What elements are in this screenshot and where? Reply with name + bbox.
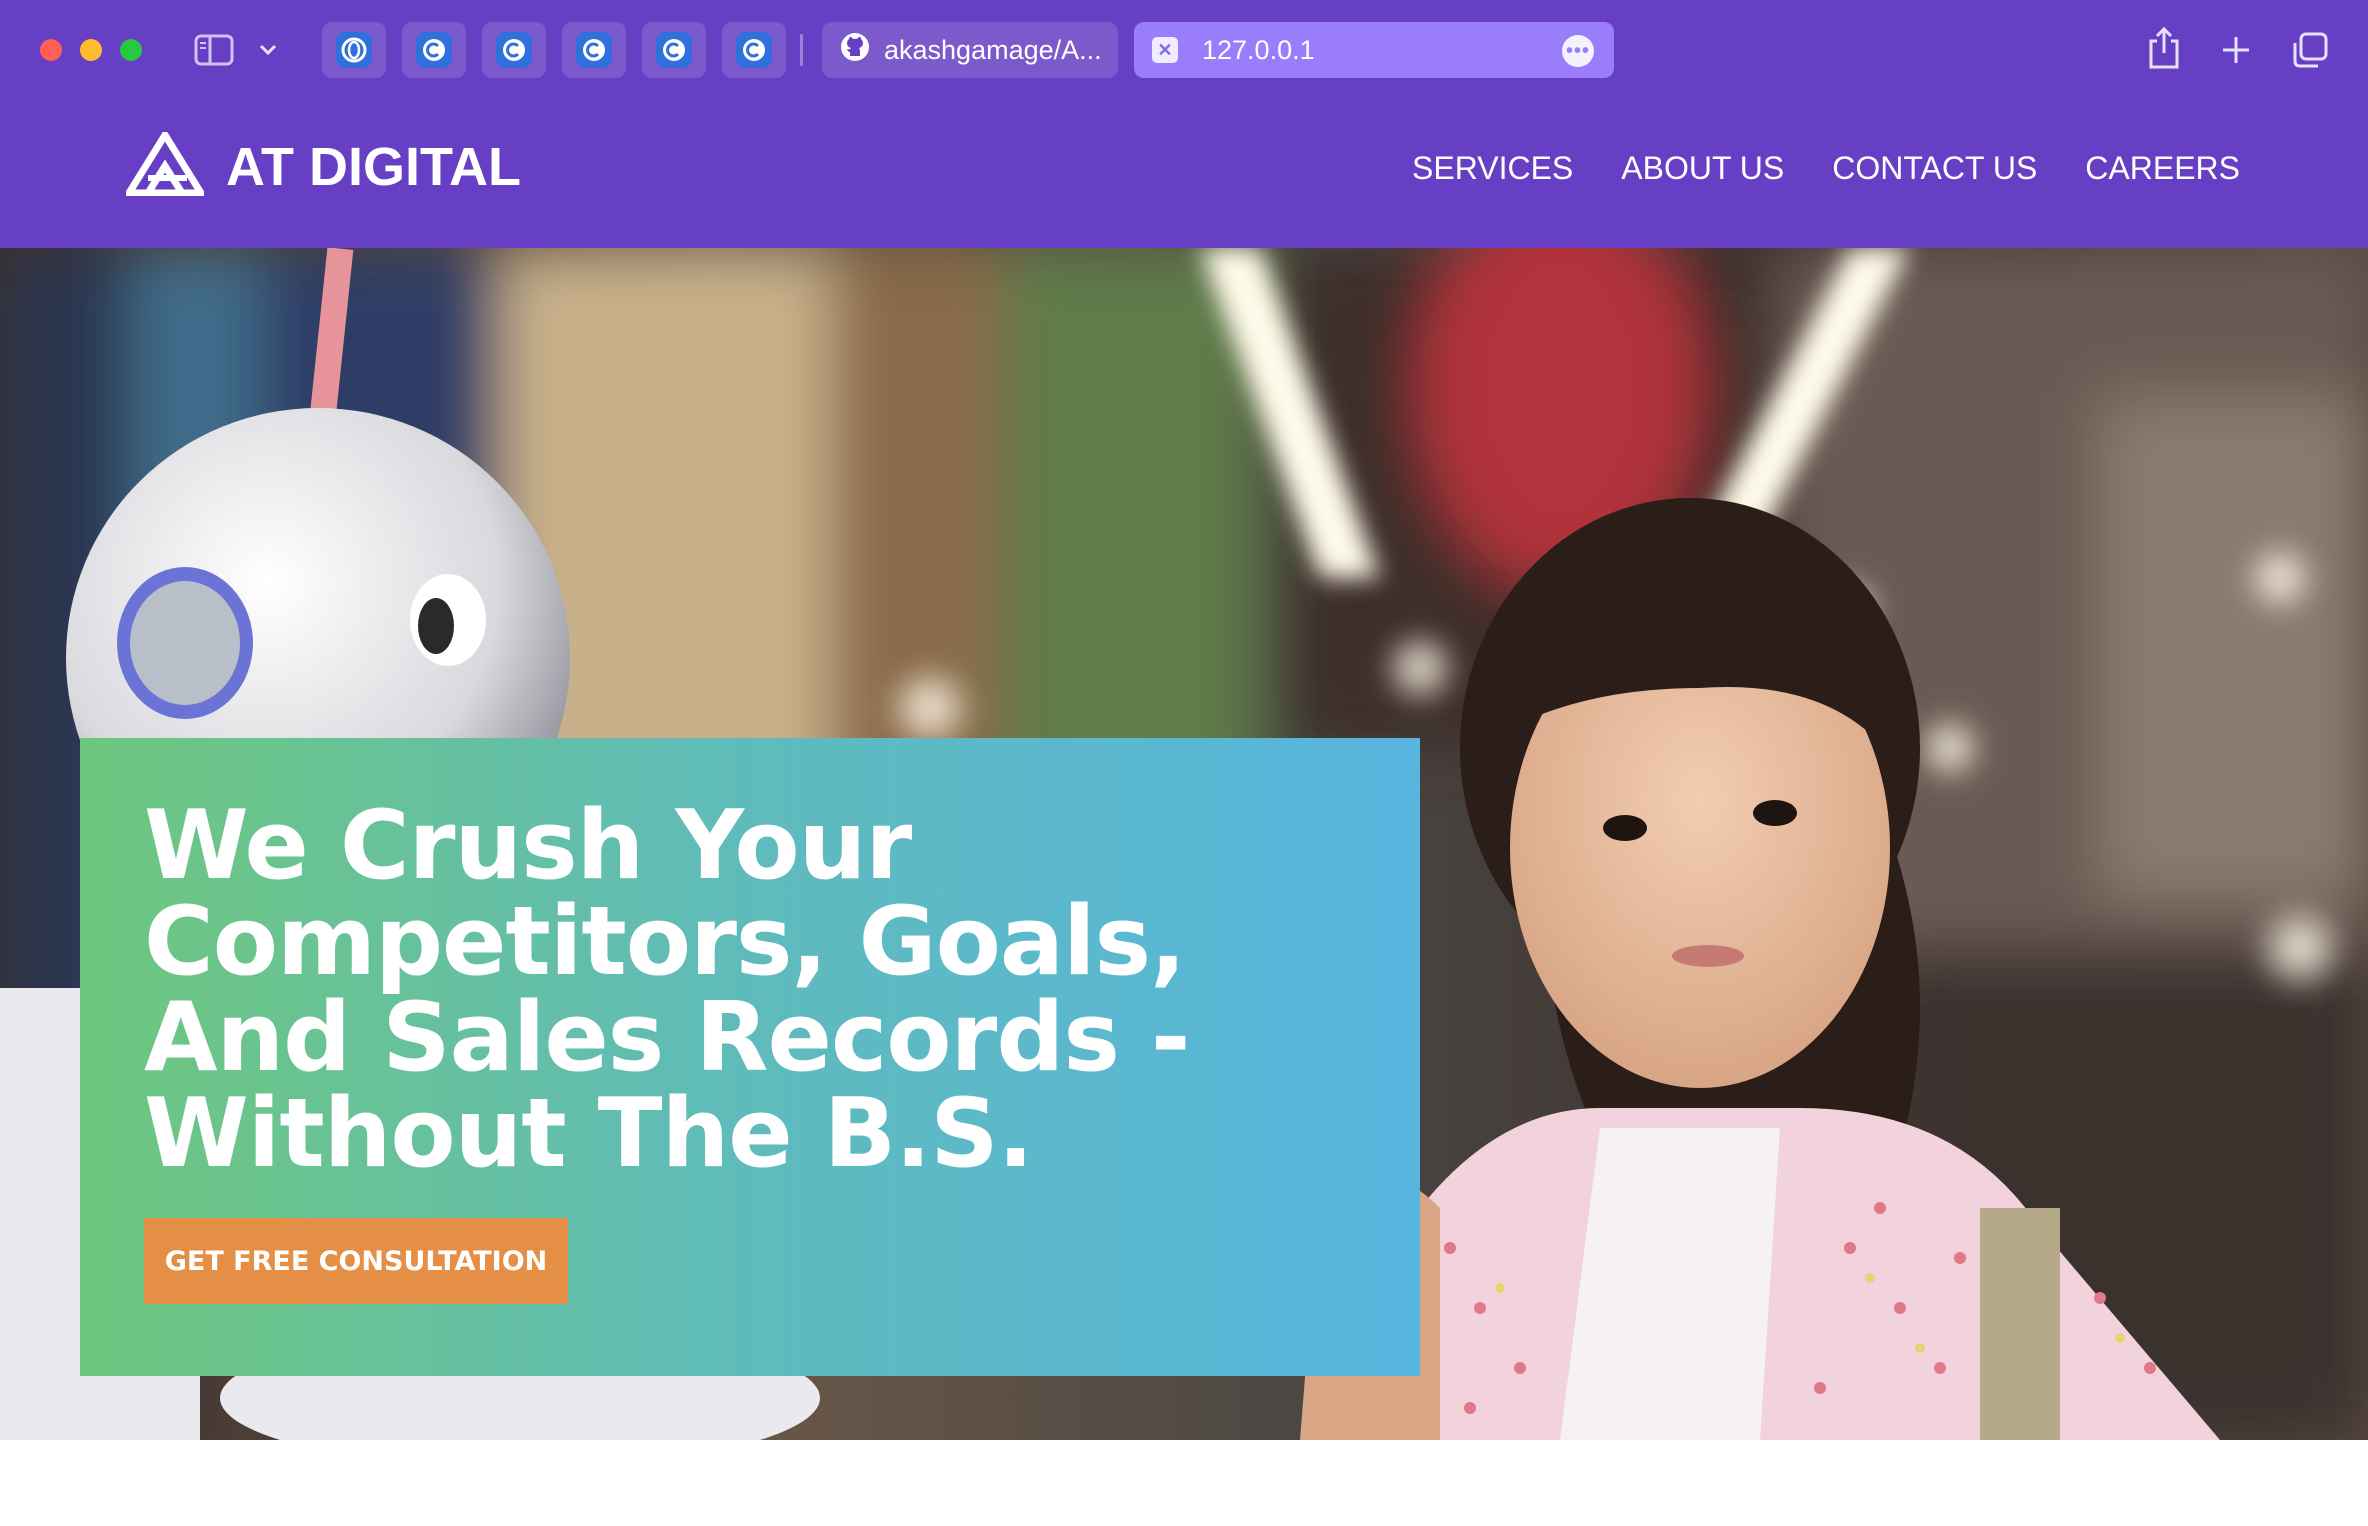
site-logo[interactable]: AT DIGITAL <box>122 128 521 201</box>
page-below-hero <box>0 1440 2368 1526</box>
nav-services[interactable]: SERVICES <box>1412 150 1573 187</box>
hero-title: We Crush Your Competitors, Goals, And Sa… <box>144 791 1190 1189</box>
minimize-window-button[interactable] <box>80 39 102 61</box>
more-icon[interactable]: ••• <box>1562 35 1594 67</box>
c-icon <box>736 32 772 68</box>
close-icon[interactable]: ✕ <box>1152 37 1178 63</box>
pinned-tab[interactable] <box>482 22 546 78</box>
c-icon <box>576 32 612 68</box>
nav-careers[interactable]: CAREERS <box>2085 150 2240 187</box>
c-icon <box>496 32 532 68</box>
site-header: AT DIGITAL SERVICES ABOUT US CONTACT US … <box>0 100 2368 248</box>
github-icon <box>840 32 870 69</box>
plus-icon[interactable] <box>2214 28 2258 72</box>
logo-text: AT DIGITAL <box>226 136 521 197</box>
opera-icon <box>336 32 372 68</box>
pinned-tab[interactable] <box>642 22 706 78</box>
logo-mark-icon <box>122 128 208 201</box>
browser-toolbar: akashgamage/A... ✕ 127.0.0.1 ••• <box>0 0 2368 100</box>
nav-contact-us[interactable]: CONTACT US <box>1832 150 2037 187</box>
nav-about-us[interactable]: ABOUT US <box>1621 150 1784 187</box>
main-nav: SERVICES ABOUT US CONTACT US CAREERS <box>1364 150 2240 187</box>
tab-label: 127.0.0.1 <box>1202 34 1315 65</box>
tab-github[interactable]: akashgamage/A... <box>822 22 1118 78</box>
tab-label: akashgamage/A... <box>884 34 1102 65</box>
zoom-window-button[interactable] <box>120 39 142 61</box>
c-icon <box>656 32 692 68</box>
hero-section: We Crush Your Competitors, Goals, And Sa… <box>0 248 2368 1440</box>
sidebar-toggle-icon[interactable] <box>194 32 234 68</box>
get-free-consultation-button[interactable]: GET FREE CONSULTATION <box>144 1218 568 1304</box>
share-icon[interactable] <box>2142 24 2186 72</box>
c-icon <box>416 32 452 68</box>
chevron-down-icon[interactable] <box>256 38 280 62</box>
close-window-button[interactable] <box>40 39 62 61</box>
pinned-tab[interactable] <box>402 22 466 78</box>
hero-card: We Crush Your Competitors, Goals, And Sa… <box>80 738 1420 1376</box>
tab-active[interactable]: ✕ 127.0.0.1 ••• <box>1134 22 1614 78</box>
pinned-tab[interactable] <box>322 22 386 78</box>
tab-separator <box>800 34 803 66</box>
tab-overview-icon[interactable] <box>2288 28 2332 72</box>
pinned-tab[interactable] <box>562 22 626 78</box>
pinned-tab[interactable] <box>722 22 786 78</box>
